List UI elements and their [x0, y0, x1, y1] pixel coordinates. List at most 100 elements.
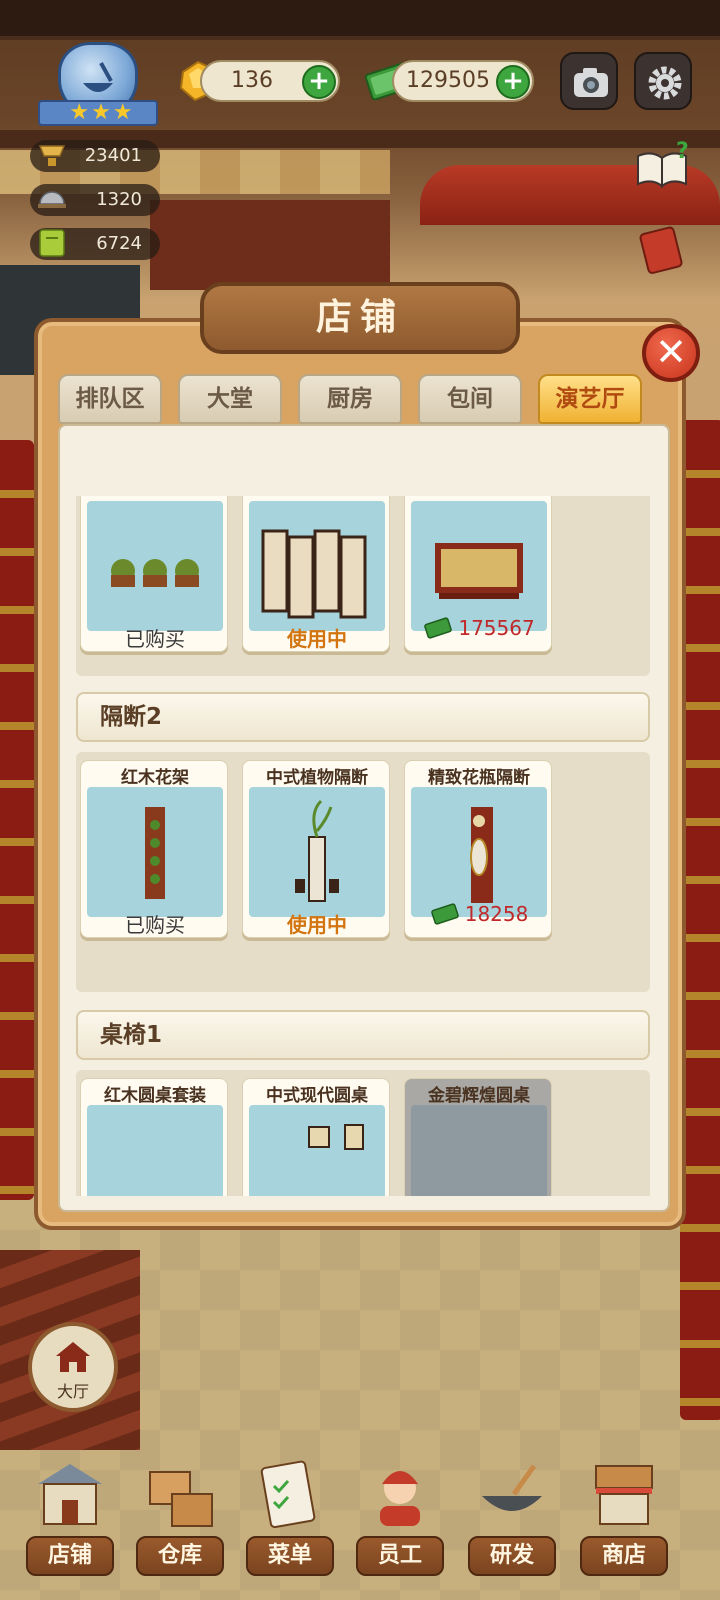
gear-icon	[648, 66, 682, 100]
hall-button[interactable]: 大厅	[28, 1322, 118, 1412]
item-name: 金碧辉煌圆桌	[428, 1086, 530, 1106]
stat-value: 23401	[84, 145, 142, 166]
close-button[interactable]: ✕	[642, 324, 700, 382]
nav-menu[interactable]: 菜单	[238, 1456, 342, 1576]
tab-theater[interactable]: 演艺厅	[538, 374, 642, 424]
section-header-tables: 桌椅1	[76, 1010, 650, 1060]
tab-queue-area[interactable]: 排队区	[58, 374, 162, 424]
nav-warehouse[interactable]: 仓库	[128, 1456, 232, 1576]
owned-label: 已购买	[125, 627, 185, 651]
gem-counter: 136 +	[200, 60, 340, 102]
stat-value: 1320	[96, 189, 142, 210]
clipboard-icon	[260, 1460, 316, 1529]
boxes-icon	[149, 1471, 213, 1527]
section-title: 桌椅1	[100, 1022, 163, 1048]
item-card-locked[interactable]: 金碧辉煌圆桌	[404, 1078, 552, 1196]
item-card[interactable]: 精致花瓶隔断 18258	[404, 760, 552, 938]
nav-staff[interactable]: 员工	[348, 1456, 452, 1576]
gem-value: 136	[231, 68, 273, 93]
item-card[interactable]: 中式植物隔断 使用中	[242, 760, 390, 938]
cash-counter: 129505 +	[392, 60, 534, 102]
settings-button[interactable]	[634, 52, 692, 110]
tab-lobby[interactable]: 大堂	[178, 374, 282, 424]
red-pillar-right	[680, 420, 720, 1420]
camera-button[interactable]	[560, 52, 618, 110]
item-card[interactable]: 中式现代圆桌	[242, 1078, 390, 1196]
shrub-planters-image	[87, 501, 223, 631]
panel-title: 店铺	[315, 297, 404, 338]
item-card[interactable]: 已购买	[80, 496, 228, 652]
nav-store[interactable]: 商店	[572, 1456, 676, 1576]
rank-badge[interactable]: ★★★	[38, 40, 158, 130]
item-card[interactable]: 红木花架 已购买	[80, 760, 228, 938]
red-pillar-left	[0, 440, 34, 1200]
in-use-label: 使用中	[287, 913, 347, 937]
item-card[interactable]: 175567	[404, 496, 552, 652]
tab-label: 大堂	[207, 386, 253, 412]
vase-partition-image	[411, 787, 547, 917]
svg-text:?: ?	[676, 139, 689, 164]
plant-partition-image	[249, 787, 385, 917]
tab-kitchen[interactable]: 厨房	[298, 374, 402, 424]
item-name: 红木花架	[121, 768, 189, 788]
staff-avatar-icon	[380, 1471, 420, 1526]
item-card[interactable]: 使用中	[242, 496, 390, 652]
in-use-label: 使用中	[287, 627, 347, 651]
cloche-icon	[38, 191, 66, 208]
rosewood-table-set-image	[87, 1105, 223, 1196]
nav-label: 店铺	[26, 1536, 114, 1576]
panel-title-plate: 店铺	[200, 282, 520, 354]
add-cash-button[interactable]: +	[496, 65, 530, 99]
storefront-icon	[38, 1464, 102, 1525]
item-name: 精致花瓶隔断	[428, 768, 530, 788]
stat-dishes: 1320	[30, 184, 160, 216]
item-name: 中式现代圆桌	[266, 1086, 368, 1106]
nav-label: 员工	[356, 1536, 444, 1576]
stat-recipes: 6724	[30, 228, 160, 260]
camera-icon	[574, 68, 608, 97]
close-icon: ✕	[655, 330, 687, 374]
price-value: 175567	[458, 616, 535, 640]
section-header-partition: 隔断2	[76, 692, 650, 742]
nav-label: 仓库	[136, 1536, 224, 1576]
nav-research[interactable]: 研发	[460, 1456, 564, 1576]
hall-icon	[56, 1342, 90, 1372]
stat-value: 6724	[96, 233, 142, 254]
item-scroll-area: 已购买 使用中 175567 隔断2 红木花架 已购买 中式植物隔断 使用中 精…	[76, 496, 652, 1196]
item-name: 红木圆桌套装	[104, 1086, 206, 1106]
folding-screen-image	[249, 501, 385, 631]
trophy-icon	[38, 145, 66, 166]
wooden-screen-image	[411, 501, 547, 631]
price-value: 18258	[464, 902, 529, 926]
modern-round-table-image	[249, 1105, 385, 1196]
tab-label: 包间	[447, 386, 493, 412]
hall-label: 大厅	[56, 1382, 89, 1401]
tab-label: 排队区	[75, 386, 145, 412]
red-book-icon[interactable]	[632, 222, 692, 278]
nav-label: 菜单	[246, 1536, 334, 1576]
menu-book-icon	[39, 229, 65, 257]
cash-value: 129505	[406, 68, 490, 93]
wok-icon	[482, 1464, 542, 1511]
cash-icon	[430, 903, 459, 925]
rank-stars-icon: ★★★	[69, 100, 135, 125]
tab-private-room[interactable]: 包间	[418, 374, 522, 424]
tab-label: 演艺厅	[555, 386, 625, 412]
guide-book-icon[interactable]: ?	[632, 138, 692, 194]
rosewood-flower-stand-image	[87, 787, 223, 917]
wall-shelf	[150, 200, 390, 290]
item-list[interactable]: 已购买 使用中 175567 隔断2 红木花架 已购买 中式植物隔断 使用中 精…	[58, 424, 670, 1212]
owned-label: 已购买	[125, 913, 185, 937]
golden-round-table-image	[411, 1105, 547, 1196]
nav-shop-decor[interactable]: 店铺	[18, 1456, 122, 1576]
ceiling-beam	[0, 0, 720, 40]
nav-label: 商店	[580, 1536, 668, 1576]
tab-label: 厨房	[327, 386, 373, 412]
add-gems-button[interactable]: +	[302, 65, 336, 99]
item-name: 中式植物隔断	[266, 768, 368, 788]
stat-customers: 23401	[30, 140, 160, 172]
item-card[interactable]: 红木圆桌套装	[80, 1078, 228, 1196]
cash-icon	[424, 617, 453, 639]
shop-stall-icon	[595, 1465, 653, 1525]
nav-label: 研发	[468, 1536, 556, 1576]
